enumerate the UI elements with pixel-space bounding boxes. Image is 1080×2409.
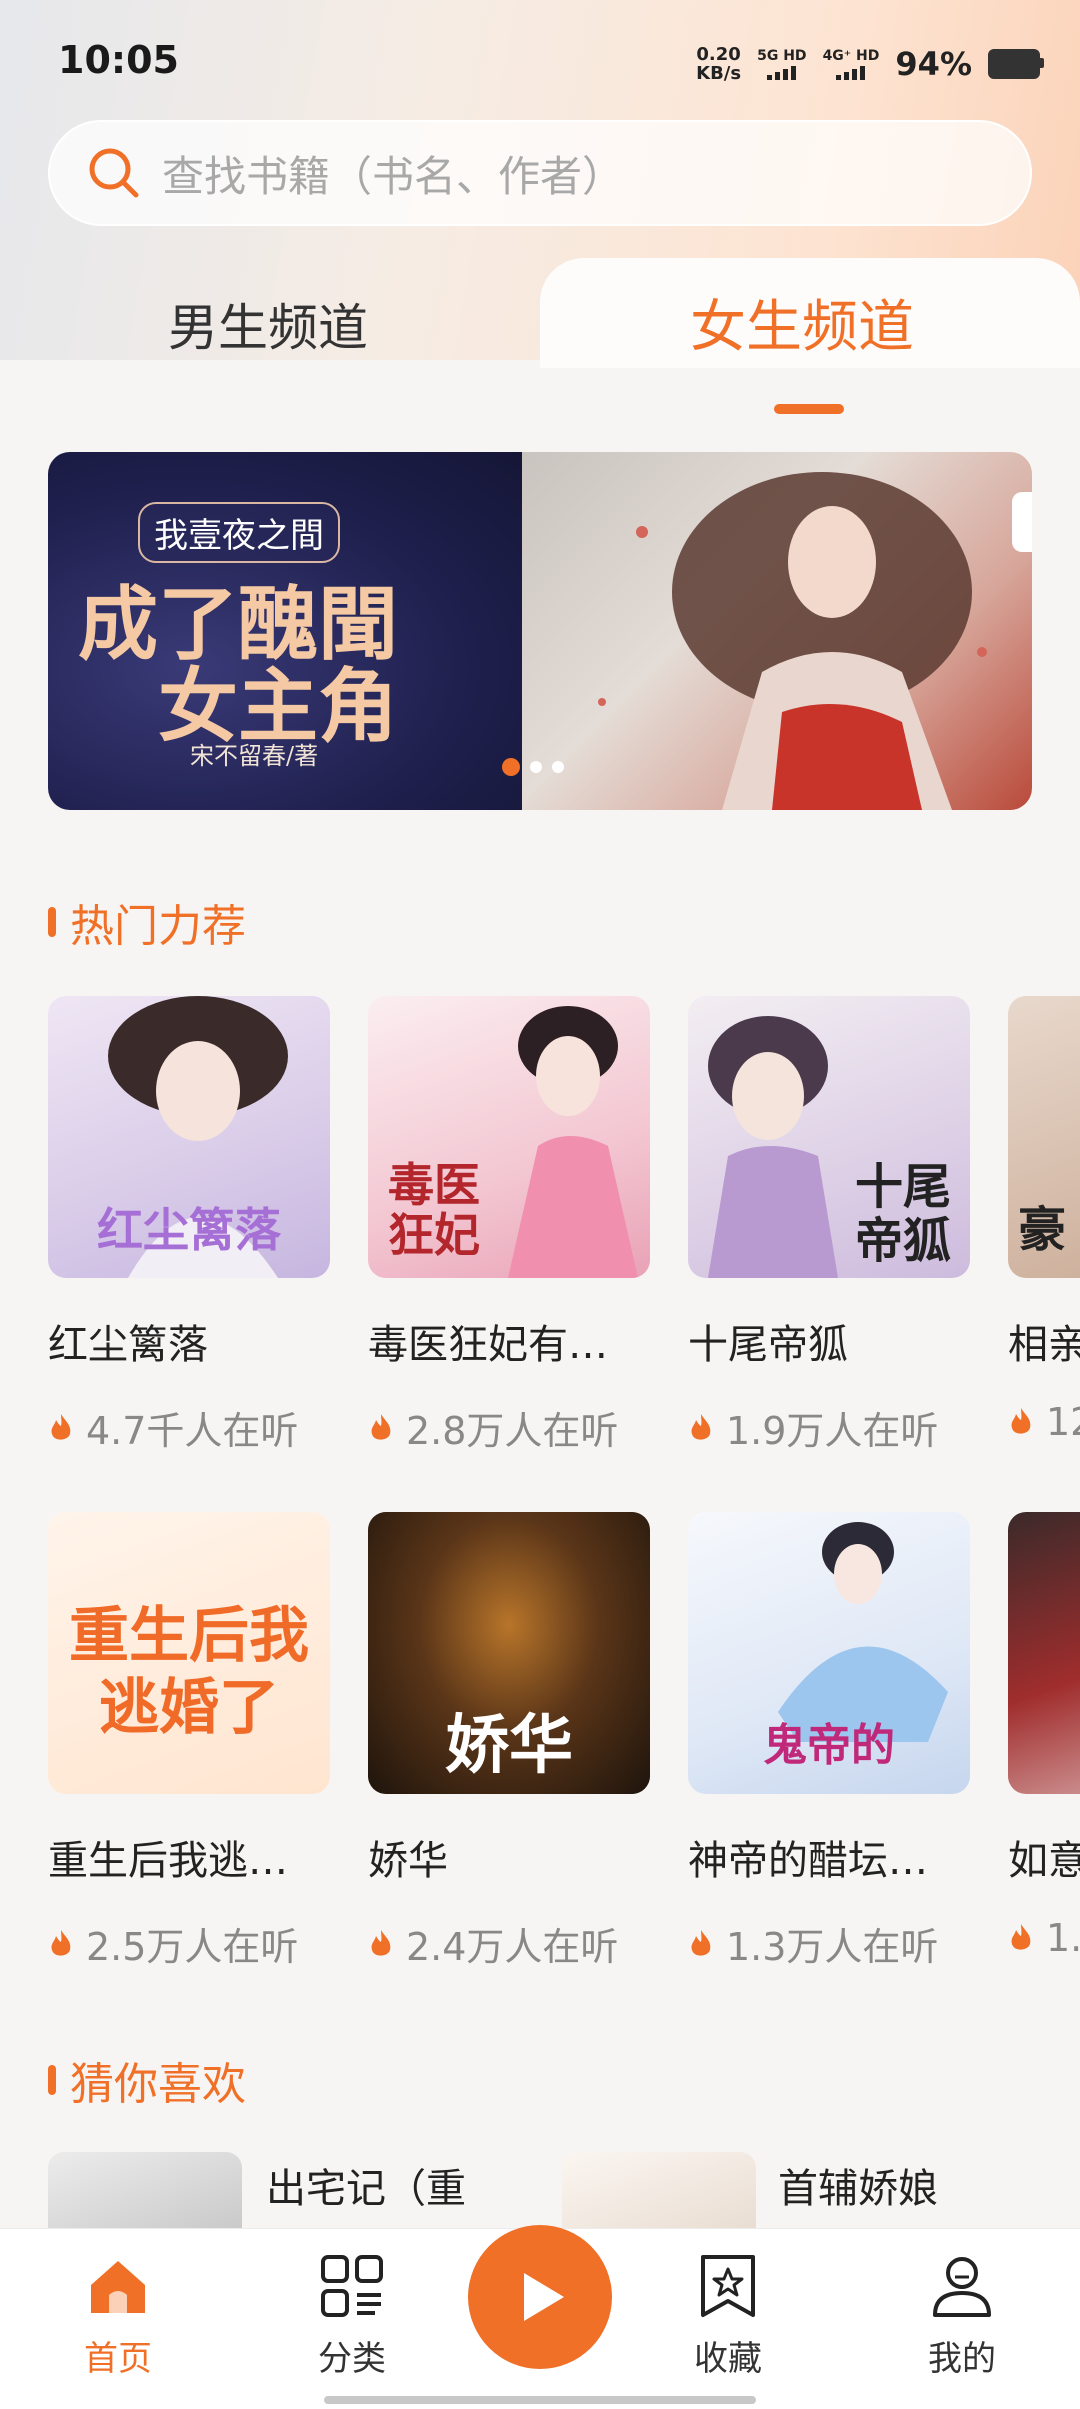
section-title-hot: 热门力荐 xyxy=(48,890,246,954)
book-card[interactable]: 红尘篱落 红尘篱落 4.7千人在听 xyxy=(48,996,330,1455)
fire-icon xyxy=(691,1413,711,1440)
banner-subtitle: 我壹夜之間 xyxy=(138,502,340,563)
book-title: 神帝的醋坛… xyxy=(688,1838,928,1884)
book-card[interactable]: 鬼帝的 神帝的醋坛… 1.3万人在听 xyxy=(688,1512,970,1971)
home-icon xyxy=(91,2261,145,2313)
book-cover: 鬼帝的 xyxy=(688,1512,970,1794)
book-cover xyxy=(1008,1512,1080,1794)
tab-male-channel[interactable]: 男生频道 xyxy=(168,288,368,360)
play-icon xyxy=(524,2273,564,2321)
book-title: 如意 xyxy=(1008,1838,1080,1884)
bookmark-star-icon xyxy=(701,2255,755,2317)
fire-icon xyxy=(371,1929,391,1956)
book-title: 娇华 xyxy=(368,1838,448,1884)
book-card[interactable]: 重生后我逃婚了 重生后我逃… 2.5万人在听 xyxy=(48,1512,330,1971)
fire-icon xyxy=(1011,1924,1031,1950)
fire-icon xyxy=(51,1413,71,1440)
banner-dot xyxy=(530,761,542,773)
listener-count: 1. xyxy=(1008,1916,1080,1960)
book-title: 十尾帝狐 xyxy=(688,1322,848,1368)
sim1-signal-icon: 5G HD xyxy=(757,48,807,80)
status-icons: 0.20 KB/s 5G HD 4G⁺ HD 94% xyxy=(696,44,1044,84)
guess-book-title[interactable]: 出宅记（重 xyxy=(266,2156,466,2214)
channel-tabs: 男生频道 女生频道 xyxy=(0,258,1080,414)
book-cover: 十尾帝狐 xyxy=(688,996,970,1278)
nav-home[interactable]: 首页 xyxy=(38,2251,198,2380)
banner-illustration[interactable] xyxy=(522,452,1032,810)
search-icon xyxy=(89,148,139,198)
fire-icon xyxy=(1011,1408,1031,1434)
book-cover: 重生后我逃婚了 xyxy=(48,1512,330,1794)
listener-count: 1.3万人在听 xyxy=(688,1916,970,1971)
fire-icon xyxy=(691,1929,711,1956)
search-placeholder: 查找书籍（书名、作者） xyxy=(162,151,625,201)
book-title: 毒医狂妃有… xyxy=(368,1322,608,1368)
battery-icon xyxy=(988,49,1044,79)
status-time: 10:05 xyxy=(58,38,179,82)
listener-count: 12 xyxy=(1008,1400,1080,1444)
banner-page-indicator xyxy=(502,758,564,776)
listener-count: 2.5万人在听 xyxy=(48,1916,330,1971)
banner-author: 宋不留春/著 xyxy=(190,742,319,770)
book-card[interactable]: 娇华 娇华 2.4万人在听 xyxy=(368,1512,650,1971)
fire-icon xyxy=(51,1929,71,1956)
category-icon xyxy=(321,2255,383,2317)
listener-count: 2.8万人在听 xyxy=(368,1400,650,1455)
guess-book-cover[interactable] xyxy=(48,2152,242,2232)
banner-dot xyxy=(552,761,564,773)
banner-dot-active xyxy=(502,758,520,776)
book-title: 红尘篱落 xyxy=(48,1322,208,1368)
book-card[interactable]: 毒医狂妃 毒医狂妃有… 2.8万人在听 xyxy=(368,996,650,1455)
fire-icon xyxy=(371,1413,391,1440)
guess-book-title[interactable]: 首辅娇娘 xyxy=(778,2156,938,2214)
status-bar: 10:05 0.20 KB/s 5G HD 4G⁺ HD 94% xyxy=(0,0,1080,130)
book-cover: 豪 xyxy=(1008,996,1080,1278)
section-title-guess: 猜你喜欢 xyxy=(48,2048,246,2112)
bottom-navigation: 首页 分类 收藏 我的 xyxy=(0,2225,1080,2409)
heroine-illustration xyxy=(598,472,987,810)
nav-profile[interactable]: 我的 xyxy=(882,2251,1042,2380)
banner-carousel[interactable]: 我壹夜之間 成了醜聞 女主角 宋不留春/著 xyxy=(48,452,1032,810)
book-cover: 红尘篱落 xyxy=(48,996,330,1278)
tab-indicator xyxy=(774,404,844,414)
battery-percent: 94% xyxy=(895,45,972,83)
guess-book-cover[interactable] xyxy=(562,2152,756,2232)
listener-count: 4.7千人在听 xyxy=(48,1400,330,1455)
nav-favorites[interactable]: 收藏 xyxy=(648,2251,808,2380)
book-card[interactable]: 十尾帝狐 十尾帝狐 1.9万人在听 xyxy=(688,996,970,1455)
search-input[interactable]: 查找书籍（书名、作者） xyxy=(48,120,1032,226)
network-speed: 0.20 KB/s xyxy=(696,44,742,84)
listener-count: 2.4万人在听 xyxy=(368,1916,650,1971)
book-cover: 毒医狂妃 xyxy=(368,996,650,1278)
play-button[interactable] xyxy=(468,2225,612,2369)
tab-female-channel[interactable]: 女生频道 xyxy=(690,282,914,363)
banner-title-panel[interactable]: 我壹夜之間 成了醜聞 女主角 宋不留春/著 xyxy=(48,452,522,810)
book-card[interactable]: 豪 相亲 12 xyxy=(1008,996,1080,1444)
home-indicator[interactable] xyxy=(324,2396,756,2404)
book-title: 重生后我逃… xyxy=(48,1838,288,1884)
listener-count: 1.9万人在听 xyxy=(688,1400,970,1455)
book-title: 相亲 xyxy=(1008,1322,1080,1368)
user-icon xyxy=(933,2257,991,2317)
book-card[interactable]: 如意 1. xyxy=(1008,1512,1080,1960)
book-cover: 娇华 xyxy=(368,1512,650,1794)
nav-category[interactable]: 分类 xyxy=(272,2251,432,2380)
sim2-signal-icon: 4G⁺ HD xyxy=(823,48,879,80)
